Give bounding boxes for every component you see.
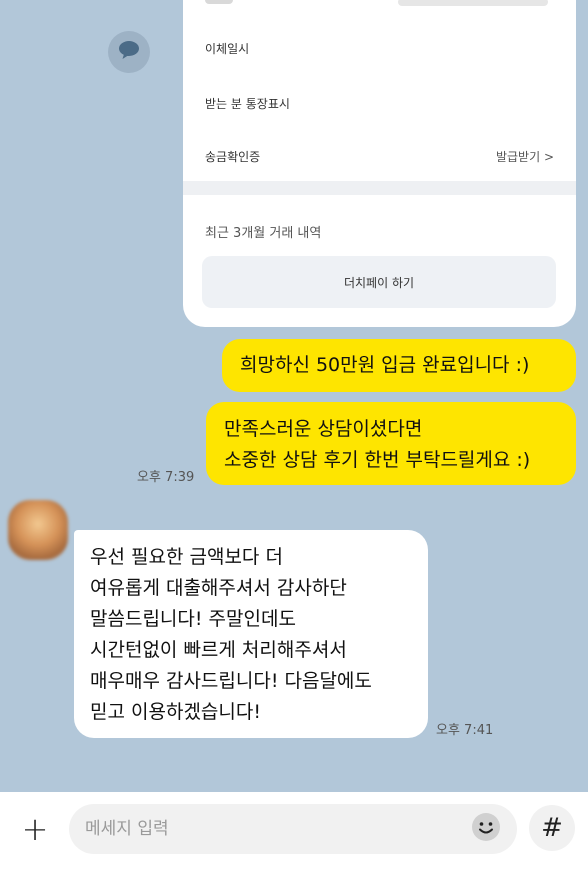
partial-label-bar [205, 0, 233, 4]
plus-icon: + [21, 810, 49, 848]
hash-button[interactable]: # [529, 805, 575, 851]
message-time: 오후 7:39 [137, 470, 195, 485]
speech-bubble-icon [118, 40, 140, 64]
issue-receipt-link[interactable]: 발급받기 > [496, 148, 554, 165]
my-message-bubble[interactable]: 만족스러운 상담이셨다면 소중한 상담 후기 한번 부탁드릴게요 :) [206, 402, 576, 485]
emoji-icon [471, 812, 501, 846]
card-row-label: 받는 분 통장표시 [205, 97, 290, 111]
card-row-label: 이체일시 [205, 42, 250, 56]
share-button[interactable] [108, 31, 150, 73]
message-field[interactable] [69, 804, 517, 854]
partial-value-bar [398, 0, 548, 6]
dutch-pay-button[interactable]: 더치페이 하기 [202, 256, 556, 308]
message-input-bar: + # [0, 792, 588, 870]
message-input[interactable] [85, 804, 465, 854]
card-row-partial [205, 0, 554, 10]
recent-transactions-label: 최근 3개월 거래 내역 [205, 226, 322, 241]
card-divider [183, 181, 576, 195]
card-row-label: 송금확인증 [205, 150, 261, 164]
other-message-bubble[interactable]: 우선 필요한 금액보다 더 여유롭게 대출해주셔서 감사하단 말씀드립니다! 주… [74, 530, 428, 738]
avatar[interactable] [8, 500, 68, 560]
message-time: 오후 7:41 [436, 723, 494, 738]
plus-button[interactable]: + [14, 808, 56, 850]
transfer-card: 이체일시 받는 분 통장표시 송금확인증 발급받기 > 최근 3개월 거래 내역… [183, 0, 576, 327]
hash-icon: # [541, 813, 563, 843]
my-message-bubble[interactable]: 희망하신 50만원 입금 완료입니다 :) [222, 339, 576, 392]
emoji-button[interactable] [469, 812, 503, 846]
